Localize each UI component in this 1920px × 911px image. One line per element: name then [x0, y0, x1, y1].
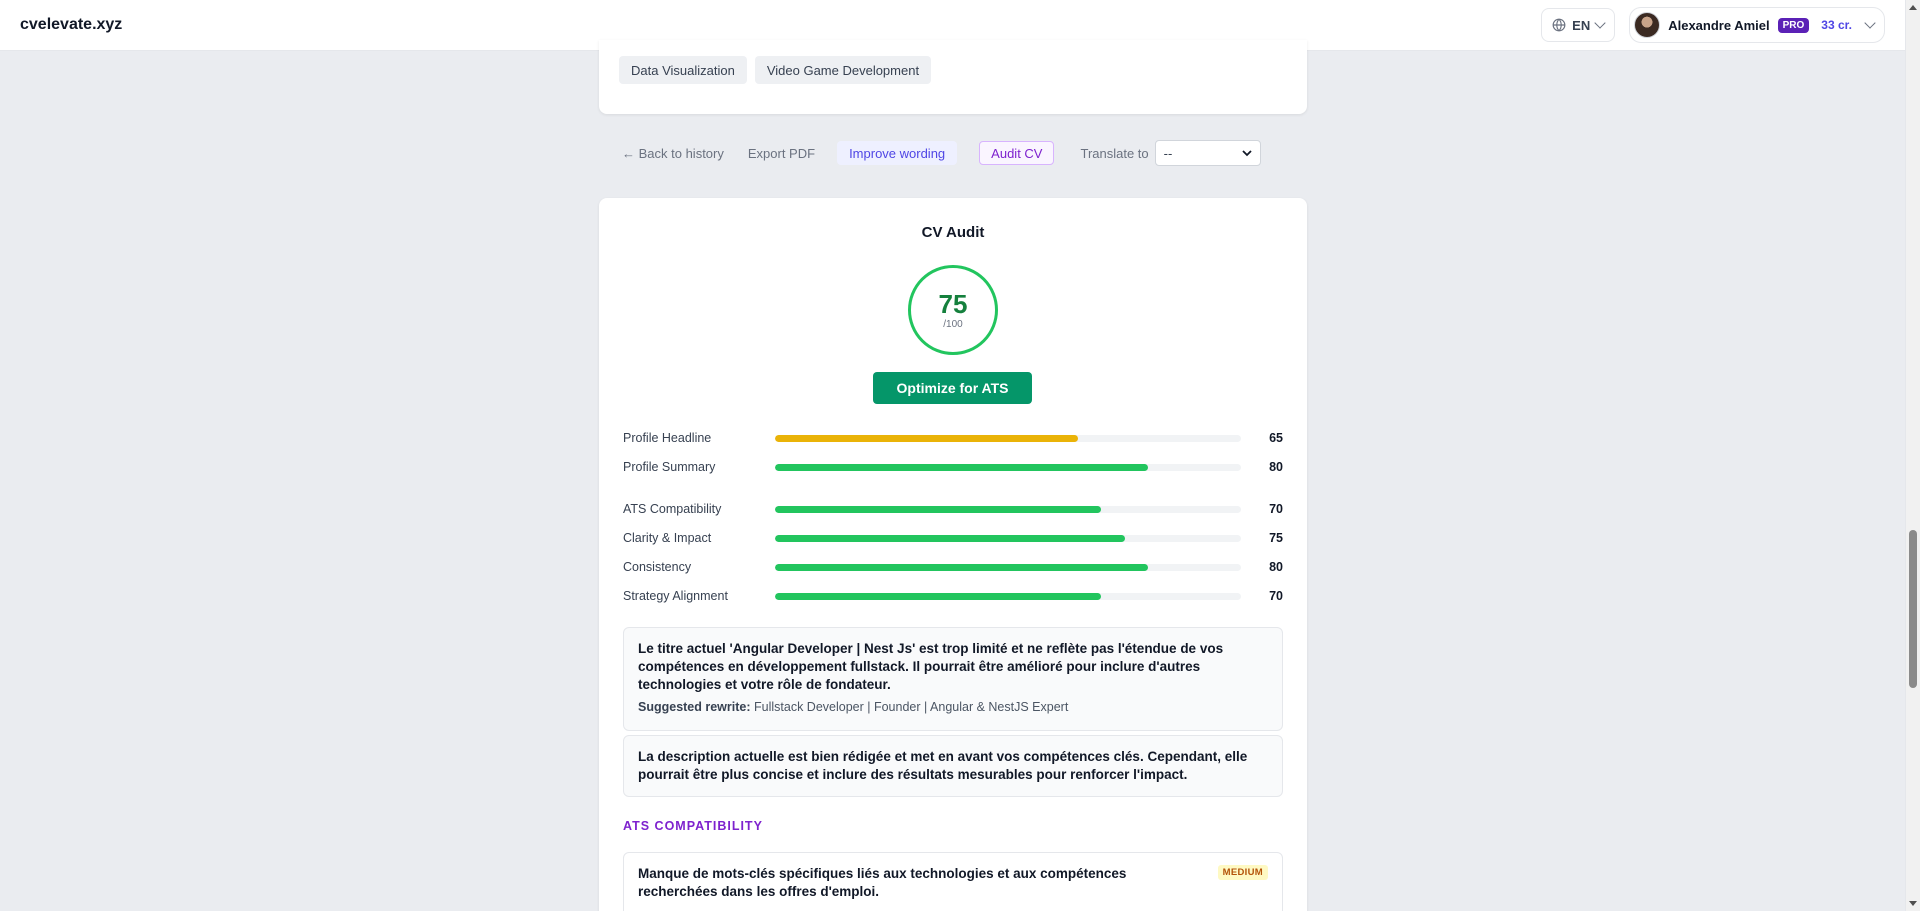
score-bar-track	[775, 592, 1241, 600]
score-bar-label: Strategy Alignment	[623, 589, 728, 603]
score-bar-track	[775, 534, 1241, 542]
translate-selected-value: --	[1163, 145, 1173, 161]
chevron-down-icon	[1594, 17, 1606, 29]
score-bar-value: 65	[1269, 431, 1283, 445]
score-bar-value: 80	[1269, 560, 1283, 574]
score-bar-track	[775, 463, 1241, 471]
score-bar-label: Clarity & Impact	[623, 531, 712, 545]
skills-card: Data Visualization Video Game Developmen…	[599, 40, 1307, 114]
suggested-rewrite-label: Suggested rewrite:	[638, 700, 751, 714]
score-bar-fill	[775, 592, 1102, 600]
summary-feedback-text: La description actuelle est bien rédigée…	[638, 749, 1248, 782]
chevron-down-icon	[1242, 150, 1252, 157]
user-menu[interactable]: Alexandre Amiel PRO 33 cr.	[1629, 7, 1885, 43]
score-bar-fill	[775, 563, 1148, 571]
audit-cv-button[interactable]: Audit CV	[979, 141, 1055, 165]
cv-action-bar: ← Back to history Export PDF Improve wor…	[622, 140, 1261, 166]
score-bar-track	[775, 505, 1241, 513]
score-ring: 75 /100	[908, 265, 998, 355]
score-bar-row: Profile Headline 65	[623, 428, 1283, 448]
page-scrollbar[interactable]	[1905, 0, 1920, 911]
score-value: 75	[938, 288, 968, 319]
score-bar-fill	[775, 434, 1078, 442]
chevron-down-icon	[1864, 17, 1876, 29]
avatar	[1634, 12, 1661, 38]
suggested-rewrite: Suggested rewrite: Fullstack Developer |…	[638, 698, 1268, 716]
summary-feedback: La description actuelle est bien rédigée…	[623, 735, 1283, 797]
score-bar-label: ATS Compatibility	[623, 502, 722, 516]
language-code: EN	[1572, 17, 1591, 33]
score-bar-value: 80	[1269, 460, 1283, 474]
headline-feedback-text: Le titre actuel 'Angular Developer | Nes…	[638, 641, 1224, 692]
score-bar-row: Strategy Alignment 70	[623, 586, 1283, 606]
brand-logo[interactable]: cvelevate.xyz	[20, 16, 122, 34]
ats-section-heading: ATS COMPATIBILITY	[623, 819, 763, 833]
optimize-ats-button[interactable]: Optimize for ATS	[873, 372, 1032, 404]
skill-tag: Data Visualization	[619, 56, 747, 84]
header-controls: EN Alexandre Amiel PRO 33 cr.	[1541, 7, 1885, 43]
score-bars: Profile Headline 65 Profile Summary 80 A…	[623, 428, 1283, 606]
score-bar-label: Consistency	[623, 560, 692, 574]
score-bar-track	[775, 434, 1241, 442]
score-bar-row: Profile Summary 80	[623, 457, 1283, 477]
score-bar-fill	[775, 463, 1148, 471]
suggested-rewrite-value: Fullstack Developer | Founder | Angular …	[754, 700, 1069, 714]
headline-feedback: Le titre actuel 'Angular Developer | Nes…	[623, 627, 1283, 731]
score-bar-fill	[775, 505, 1102, 513]
cv-audit-card: CV Audit 75 /100 Optimize for ATS Profil…	[599, 198, 1307, 911]
user-name: Alexandre Amiel	[1668, 17, 1770, 33]
globe-icon	[1552, 18, 1566, 32]
score-bar-row: Clarity & Impact 75	[623, 528, 1283, 548]
scroll-down-arrow-icon[interactable]	[1909, 901, 1917, 906]
translate-select[interactable]: --	[1154, 140, 1261, 166]
scroll-up-arrow-icon[interactable]	[1909, 5, 1917, 10]
ats-issue-card: Manque de mots-clés spécifiques liés aux…	[623, 852, 1283, 911]
score-bar-label: Profile Headline	[623, 431, 712, 445]
score-bar-value: 75	[1269, 531, 1283, 545]
export-pdf-button[interactable]: Export PDF	[748, 141, 815, 165]
score-bar-value: 70	[1269, 502, 1283, 516]
score-bar-value: 70	[1269, 589, 1283, 603]
ats-issue-text: Manque de mots-clés spécifiques liés aux…	[638, 866, 1127, 899]
translate-label: Translate to	[1080, 145, 1149, 161]
score-bar-row: ATS Compatibility 70	[623, 499, 1283, 519]
score-max: /100	[943, 318, 963, 330]
scroll-thumb[interactable]	[1909, 530, 1917, 688]
improve-wording-button[interactable]: Improve wording	[837, 141, 958, 165]
pro-badge: PRO	[1777, 17, 1810, 33]
language-selector[interactable]: EN	[1541, 8, 1616, 42]
skill-tag: Video Game Development	[754, 56, 932, 84]
score-bar-row: Consistency 80	[623, 557, 1283, 577]
audit-title: CV Audit	[921, 224, 985, 241]
back-to-history-link[interactable]: ← Back to history	[622, 141, 724, 165]
severity-badge: MEDIUM	[1217, 865, 1268, 880]
score-bar-fill	[775, 534, 1125, 542]
score-bar-label: Profile Summary	[623, 460, 716, 474]
credits-count: 33 cr.	[1821, 18, 1852, 32]
score-bar-track	[775, 563, 1241, 571]
